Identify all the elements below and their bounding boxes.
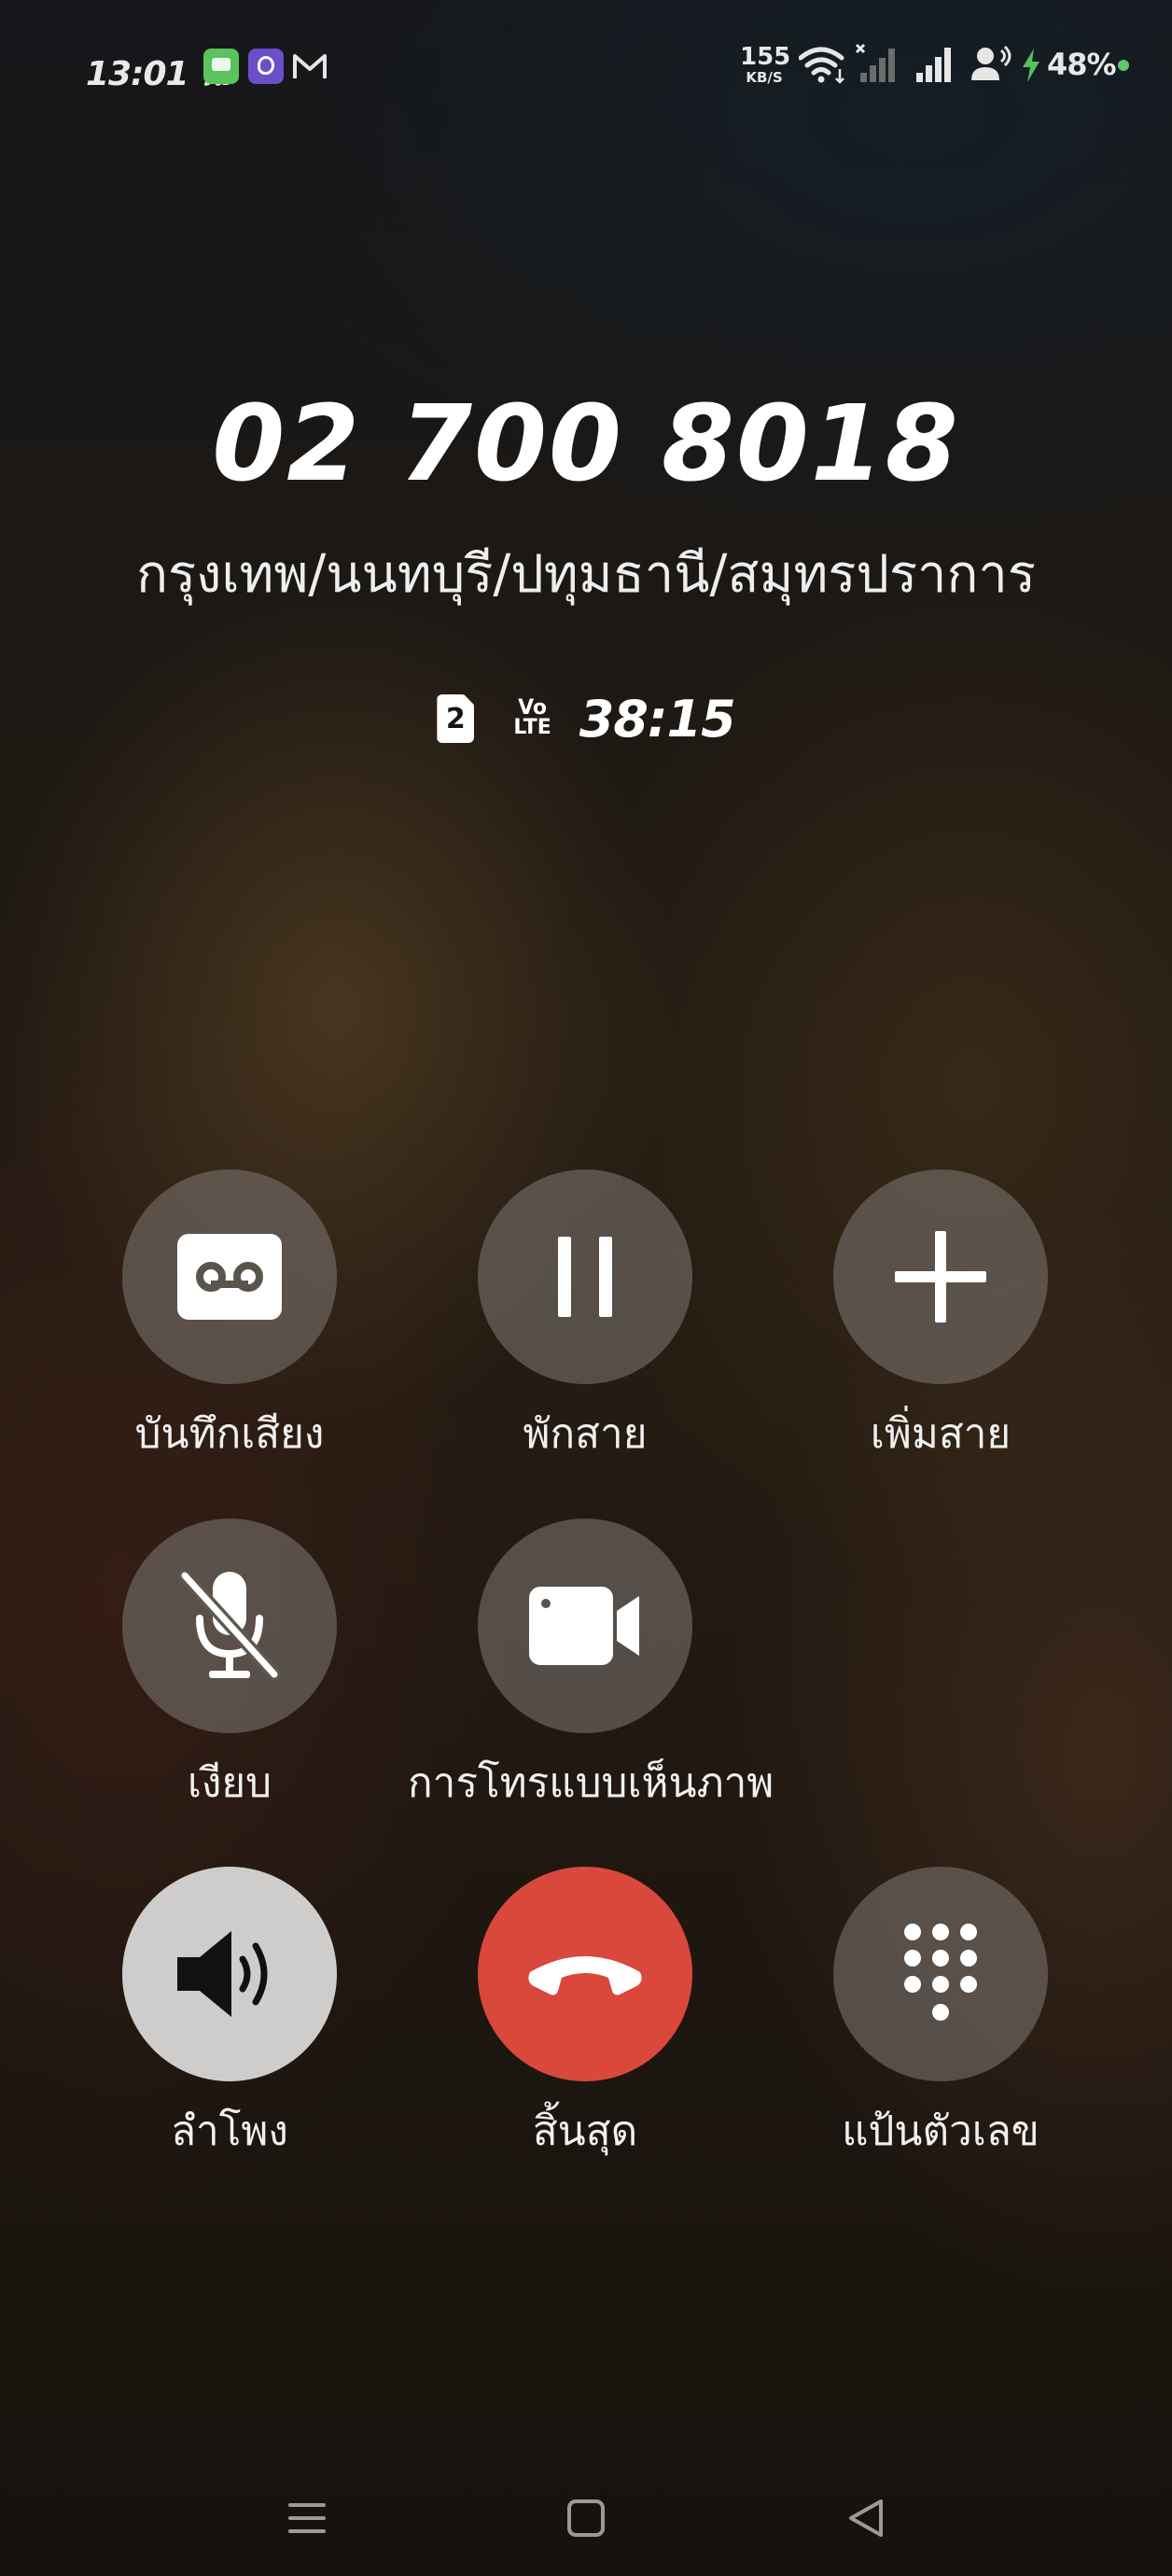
network-speed: 155 KB/S	[740, 43, 791, 86]
mute-control: เงียบ	[52, 1519, 407, 1827]
recent-apps-icon[interactable]	[281, 2492, 333, 2544]
sim-badge: 2	[437, 694, 475, 743]
add-call-button[interactable]	[833, 1169, 1048, 1384]
speaker-icon	[177, 1931, 268, 2017]
keypad-control: แป้นตัวเลข	[763, 1867, 1118, 2175]
gmail-icon	[293, 54, 327, 78]
privacy-dot	[1118, 60, 1129, 71]
mute-button[interactable]	[122, 1519, 337, 1733]
hold-button[interactable]	[478, 1169, 692, 1384]
charging-icon	[1023, 49, 1039, 82]
battery-percent: 48%	[1047, 47, 1117, 82]
record-button[interactable]	[122, 1169, 337, 1384]
keypad-label: แป้นตัวเลข	[842, 2107, 1039, 2155]
dialpad-icon	[904, 1924, 977, 2021]
add-call-control: เพิ่มสาย	[763, 1169, 1118, 1477]
hang-up-icon	[528, 1956, 642, 1995]
end-call-label: สิ้นสุด	[532, 2107, 638, 2155]
mute-label: เงียบ	[187, 1759, 272, 1807]
video-camera-icon	[529, 1587, 639, 1665]
plus-icon	[895, 1231, 986, 1323]
network-speed-value: 155	[740, 43, 791, 71]
voicemail-tape-icon	[177, 1234, 282, 1320]
network-speed-unit: KB/S	[746, 69, 783, 86]
signal-sim1-icon	[855, 43, 895, 82]
end-call-button[interactable]	[478, 1867, 692, 2081]
video-call-label: การโทรแบบเห็นภาพ	[408, 1759, 774, 1807]
volte-badge: Vo LTE	[513, 698, 551, 739]
pause-icon	[558, 1237, 612, 1317]
caller-number: 02 700 8018	[212, 384, 960, 505]
caller-location: กรุงเทพ/นนทบุรี/ปทุมธานี/สมุทรปราการ	[136, 544, 1036, 605]
record-label: บันทึกเสียง	[134, 1410, 325, 1458]
back-icon[interactable]	[840, 2492, 892, 2544]
viber-app-icon	[248, 49, 284, 84]
microphone-off-icon	[178, 1570, 281, 1681]
record-control: บันทึกเสียง	[52, 1169, 407, 1477]
end-call-control: สิ้นสุด	[408, 1867, 762, 2175]
signal-sim2-icon	[916, 48, 951, 82]
volte-bottom: LTE	[513, 716, 551, 739]
wifi-icon	[799, 47, 844, 84]
navigation-bar	[0, 2464, 1172, 2567]
hold-control: พักสาย	[408, 1169, 762, 1477]
hold-label: พักสาย	[523, 1410, 648, 1458]
messages-app-icon	[203, 49, 239, 84]
speaker-label: ลำโพง	[171, 2107, 288, 2155]
video-call-control: การโทรแบบเห็นภาพ	[408, 1519, 774, 1827]
call-meta: 2 Vo LTE 38:15	[0, 689, 1172, 749]
call-duration: 38:15	[579, 689, 736, 749]
status-bar: 13:01 น. 155 KB/S 48%	[0, 0, 1172, 131]
video-call-button[interactable]	[478, 1519, 692, 1733]
speaker-button[interactable]	[122, 1867, 337, 2081]
add-call-label: เพิ่มสาย	[870, 1410, 1012, 1458]
hotspot-icon	[971, 45, 1012, 80]
home-icon[interactable]	[560, 2492, 612, 2544]
speaker-control: ลำโพง	[52, 1867, 407, 2175]
keypad-button[interactable]	[833, 1867, 1048, 2081]
